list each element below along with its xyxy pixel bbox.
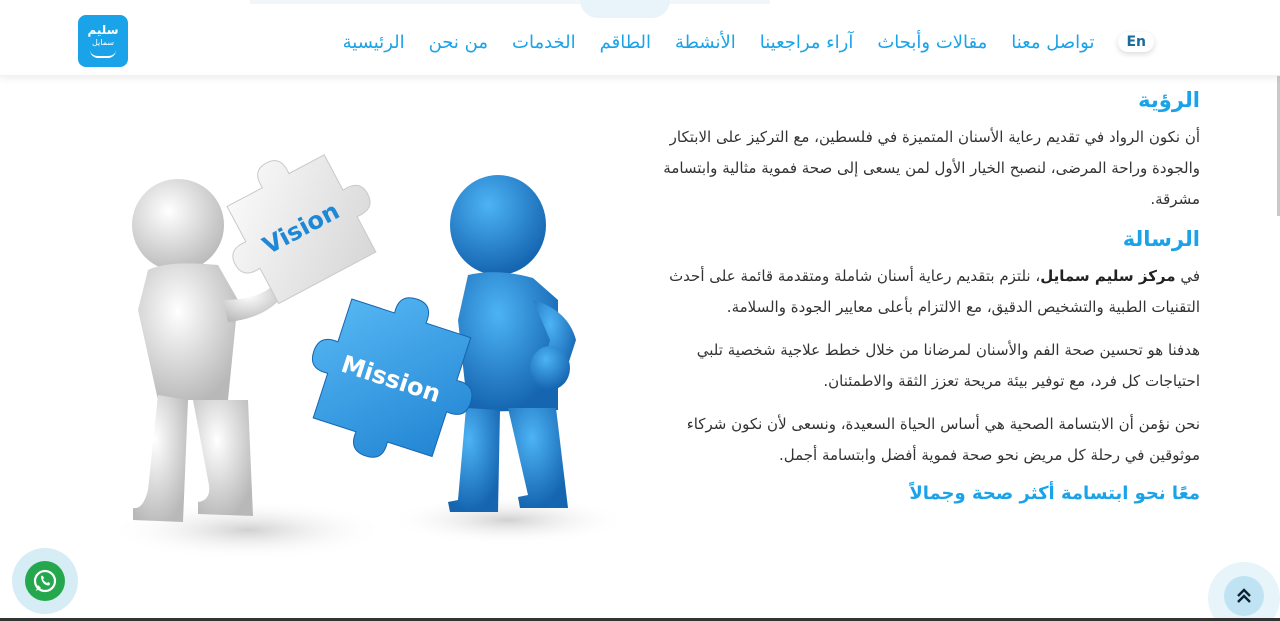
mission-intro: في مركز سليم سمايل، نلتزم بتقديم رعاية أ… bbox=[640, 261, 1200, 323]
mission-intro-prefix: في bbox=[1175, 267, 1200, 285]
nav-item-reviews[interactable]: آراء مراجعينا bbox=[760, 32, 854, 53]
site-logo[interactable]: سليم سمايل bbox=[78, 15, 128, 67]
logo-line-2: سمايل bbox=[91, 38, 115, 47]
vision-text: أن نكون الرواد في تقديم رعاية الأسنان ال… bbox=[663, 128, 1200, 208]
whatsapp-icon bbox=[25, 561, 65, 601]
site-header: سليم سمايل الرئيسية من نحن الخدمات الطاق… bbox=[0, 0, 1280, 76]
center-name: مركز سليم سمايل bbox=[1040, 267, 1176, 285]
logo-smile-mark bbox=[90, 50, 116, 58]
puzzle-figures-image: Vision Mission bbox=[108, 154, 628, 560]
slogan-heading: معًا نحو ابتسامة أكثر صحة وجمالاً bbox=[909, 483, 1200, 504]
scroll-to-top-button[interactable] bbox=[1208, 562, 1280, 621]
double-chevron-up-icon bbox=[1224, 576, 1264, 616]
main-nav: الرئيسية من نحن الخدمات الطاقم الأنشطة آ… bbox=[343, 30, 1154, 54]
nav-item-about[interactable]: من نحن bbox=[429, 32, 488, 53]
mission-paragraph-3: نحن نؤمن أن الابتسامة الصحية هي أساس الح… bbox=[686, 415, 1200, 464]
mission-title: الرسالة bbox=[1122, 227, 1200, 251]
nav-item-activities[interactable]: الأنشطة bbox=[675, 32, 736, 53]
language-toggle-button[interactable]: En bbox=[1118, 32, 1154, 52]
nav-item-contact[interactable]: تواصل معنا bbox=[1011, 32, 1094, 53]
mission-paragraph-2: هدفنا هو تحسين صحة الفم والأسنان لمرضانا… bbox=[696, 341, 1200, 390]
header-top-strip bbox=[250, 0, 770, 4]
nav-item-services[interactable]: الخدمات bbox=[512, 32, 576, 53]
about-content: الرؤية أن نكون الرواد في تقديم رعاية الأ… bbox=[640, 88, 1200, 504]
logo-line-1: سليم bbox=[87, 23, 119, 37]
nav-item-team[interactable]: الطاقم bbox=[600, 32, 651, 53]
vision-mission-illustration: Vision Mission bbox=[88, 150, 628, 580]
whatsapp-button[interactable] bbox=[12, 548, 78, 614]
nav-item-home[interactable]: الرئيسية bbox=[343, 32, 405, 53]
header-top-decoration bbox=[580, 0, 670, 18]
vision-title: الرؤية bbox=[1138, 88, 1200, 112]
nav-item-articles[interactable]: مقالات وأبحاث bbox=[877, 32, 987, 53]
